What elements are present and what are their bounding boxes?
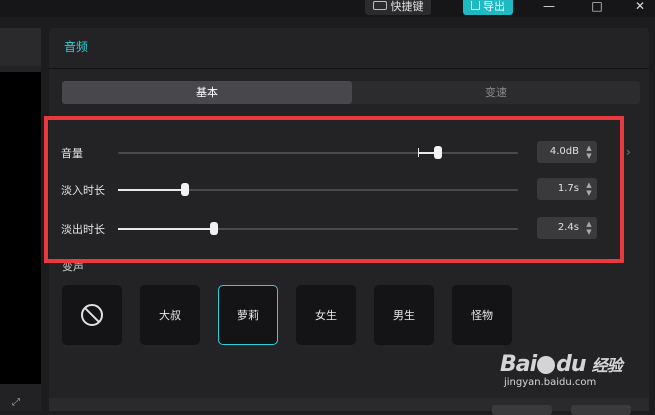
voice-preset-loli[interactable]: 萝莉 xyxy=(218,285,278,345)
watermark-url: jingyan.baidu.com xyxy=(504,377,597,388)
preset-label: 女生 xyxy=(315,309,337,322)
player-header xyxy=(0,28,41,66)
bottom-button[interactable] xyxy=(571,405,631,415)
title-bar: 快捷键 导出 — □ ✕ xyxy=(0,0,655,17)
voice-preset-uncle[interactable]: 大叔 xyxy=(140,285,200,345)
minimize-icon[interactable]: — xyxy=(539,0,559,14)
voice-preset-monster[interactable]: 怪物 xyxy=(452,285,512,345)
voice-preset-male[interactable]: 男生 xyxy=(374,285,434,345)
player-panel xyxy=(0,28,41,411)
maximize-icon[interactable]: □ xyxy=(587,0,607,14)
panel-title: 音频 xyxy=(64,40,89,54)
preset-label: 大叔 xyxy=(159,309,181,322)
watermark-logo-text2: du xyxy=(556,352,586,377)
watermark: Bai du 经验 jingyan.baidu.com xyxy=(500,352,630,402)
close-icon[interactable]: ✕ xyxy=(630,0,650,14)
no-effect-icon xyxy=(81,304,103,326)
chevron-right-icon[interactable]: › xyxy=(626,145,631,159)
export-button[interactable]: 导出 xyxy=(463,0,513,15)
highlight-box xyxy=(44,116,624,263)
fullscreen-icon[interactable]: ⤢ xyxy=(12,397,20,408)
watermark-logo: Bai du 经验 xyxy=(500,352,630,377)
shortcut-label: 快捷键 xyxy=(390,0,424,13)
export-label: 导出 xyxy=(483,0,505,13)
preset-label: 男生 xyxy=(393,309,415,322)
preset-label: 萝莉 xyxy=(237,309,259,322)
export-icon xyxy=(471,1,480,10)
tab-basic[interactable]: 基本 xyxy=(62,81,352,104)
keyboard-icon xyxy=(372,1,387,10)
voice-preset-none[interactable] xyxy=(62,285,122,345)
tab-speed[interactable]: 变速 xyxy=(352,81,640,104)
shortcut-button[interactable]: 快捷键 xyxy=(365,0,431,15)
video-preview[interactable] xyxy=(0,72,41,384)
paw-icon xyxy=(537,356,556,374)
watermark-sub: 经验 xyxy=(591,356,623,375)
bottom-button[interactable] xyxy=(492,405,552,415)
divider xyxy=(49,68,649,69)
watermark-logo-text: Bai xyxy=(500,352,537,377)
voice-preset-female[interactable]: 女生 xyxy=(296,285,356,345)
preset-label: 怪物 xyxy=(471,309,493,322)
tab-bar: 基本 变速 xyxy=(62,81,640,104)
